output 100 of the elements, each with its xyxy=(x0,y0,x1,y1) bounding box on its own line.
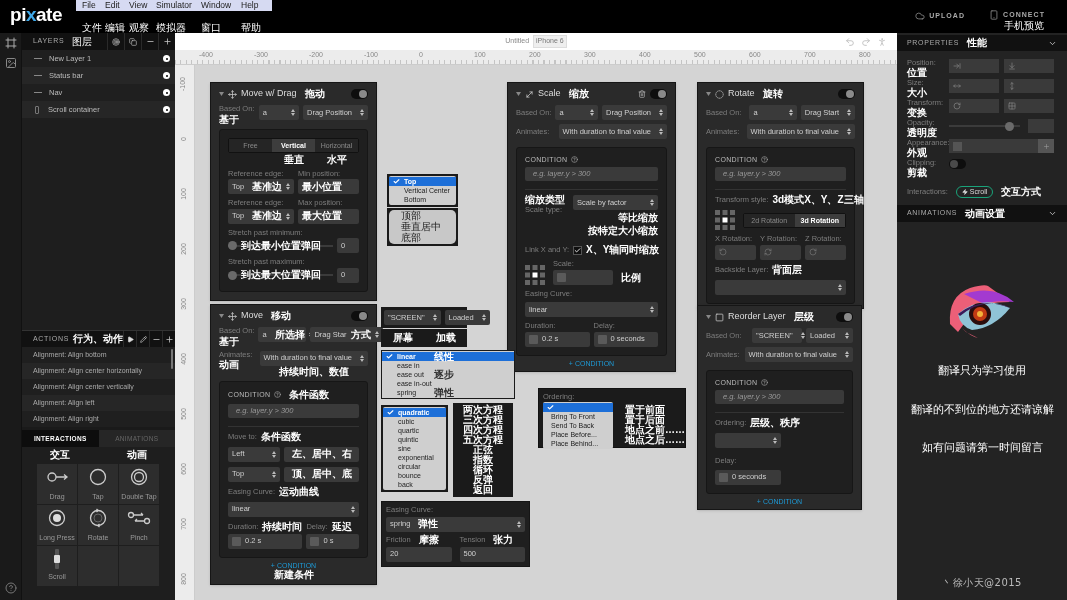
translation-note: 指数 xyxy=(473,455,493,465)
translation-note: 垂直居中 xyxy=(401,222,442,232)
input-field[interactable] xyxy=(1004,79,1054,93)
redo-icon[interactable] xyxy=(861,36,871,47)
translation-note: 到达最大位置弹回 xyxy=(240,270,321,280)
stepper-icon xyxy=(374,331,379,338)
input-field[interactable] xyxy=(949,99,999,113)
caret-icon xyxy=(706,92,711,96)
help-icon[interactable] xyxy=(761,156,769,163)
input-field[interactable]: 顶、居中、底 xyxy=(284,466,359,482)
stepper-icon xyxy=(659,128,663,135)
figure-icon[interactable] xyxy=(877,36,887,47)
translation-note: 大小 xyxy=(907,87,928,98)
translation-note: 水平 xyxy=(327,154,348,165)
check-icon xyxy=(386,353,393,360)
menu-item[interactable]: File xyxy=(82,0,105,12)
menu-item[interactable]: Simulator xyxy=(156,0,201,12)
visibility-icon[interactable] xyxy=(163,106,170,113)
input-field[interactable] xyxy=(1004,59,1054,73)
input-field[interactable]: 最小位置 xyxy=(298,179,359,194)
translation-note: 所选择 xyxy=(274,329,305,340)
input-field[interactable] xyxy=(715,244,756,260)
select-field[interactable] xyxy=(715,279,846,295)
menu-item[interactable]: Help xyxy=(241,0,272,12)
translation-note: 剪裁 xyxy=(907,167,927,178)
property-icon xyxy=(1008,102,1016,110)
toggle-switch[interactable] xyxy=(949,159,966,169)
stepper-icon xyxy=(845,332,849,339)
translation-note: 帮助 xyxy=(241,22,261,33)
translation-note: 窗口 xyxy=(201,22,221,33)
input-field[interactable] xyxy=(1004,99,1054,113)
trash-icon[interactable] xyxy=(638,90,646,98)
translation-note: 垂直 xyxy=(283,154,304,165)
card-title: Rotate xyxy=(728,87,755,101)
toggle-switch[interactable] xyxy=(838,89,855,99)
property-icon xyxy=(953,62,961,70)
stepper-icon xyxy=(788,109,793,116)
toggle-switch[interactable] xyxy=(351,89,368,99)
translation-note: 交互方式 xyxy=(1001,187,1042,197)
help-icon[interactable] xyxy=(571,156,579,163)
scrollbar[interactable] xyxy=(171,349,173,369)
visibility-icon[interactable] xyxy=(163,55,170,62)
color-swatch-field[interactable] xyxy=(949,139,1038,153)
card-title: Scale xyxy=(538,87,561,101)
checkbox[interactable] xyxy=(573,245,583,255)
note-text: 如有问题请第一时间留言 xyxy=(921,440,1043,455)
input-field[interactable] xyxy=(805,244,846,260)
select-field[interactable] xyxy=(715,433,781,448)
menu-option[interactable] xyxy=(543,402,613,412)
undo-icon[interactable] xyxy=(845,36,855,47)
bolt-icon xyxy=(961,189,968,195)
translation-note: 三次方程 xyxy=(463,415,503,425)
card-type-icon xyxy=(715,89,724,99)
translation-note: 性能 xyxy=(967,38,987,48)
input-field[interactable] xyxy=(760,244,801,260)
translation-note: 摩擦 xyxy=(418,534,439,545)
input-field[interactable]: 最大位置 xyxy=(298,208,359,224)
translation-note: 旋转 xyxy=(762,89,783,99)
menu-item[interactable]: Edit xyxy=(105,0,129,12)
input-field[interactable] xyxy=(553,269,613,285)
translation-note: 正弦 xyxy=(473,445,493,455)
translation-note: 模拟器 xyxy=(156,22,186,33)
translation-note: 持续时间、数值 xyxy=(278,366,349,377)
toggle-switch[interactable] xyxy=(650,89,667,99)
menu-item[interactable]: Window xyxy=(201,0,241,12)
stepper-icon xyxy=(272,470,276,478)
stepper-icon xyxy=(847,128,851,135)
clock-icon xyxy=(232,536,241,546)
translation-note: 比例 xyxy=(621,272,641,283)
translation-note: 动画 xyxy=(219,360,240,370)
toggle-switch[interactable] xyxy=(351,311,368,321)
help-icon[interactable] xyxy=(761,379,769,386)
slider-thumb[interactable] xyxy=(228,270,237,280)
image-icon[interactable] xyxy=(4,57,17,69)
translation-note: 弹性 xyxy=(434,387,454,398)
input-field[interactable] xyxy=(949,79,999,93)
chevron-icon[interactable] xyxy=(1048,209,1057,218)
input-field[interactable] xyxy=(949,59,999,73)
menu-item[interactable]: View xyxy=(129,0,156,12)
translation-note: 移动 xyxy=(271,311,291,321)
input-field[interactable]: 左、居中、右 xyxy=(284,446,359,462)
translation-note: 背面层 xyxy=(772,264,803,275)
copy-icon xyxy=(129,37,137,46)
help-icon[interactable] xyxy=(274,391,282,398)
slider-thumb[interactable] xyxy=(1004,121,1014,131)
translation-note: 文件 xyxy=(82,22,102,33)
frame-tool-icon[interactable] xyxy=(4,37,17,49)
visibility-icon[interactable] xyxy=(163,89,170,96)
slider-thumb[interactable] xyxy=(228,241,237,250)
translation-note: 新建条件 xyxy=(273,569,314,580)
toggle-switch[interactable] xyxy=(836,312,853,322)
visibility-icon[interactable] xyxy=(163,72,170,79)
stepper-icon xyxy=(272,450,276,458)
translation-note: 顶部 xyxy=(401,211,421,221)
help-icon[interactable] xyxy=(4,582,17,594)
translation-note: 透明度 xyxy=(907,127,938,138)
card-type-icon xyxy=(525,89,534,99)
translation-note: 线性 xyxy=(434,351,454,362)
translation-note: 位置 xyxy=(907,67,928,78)
translation-note: 拖动 xyxy=(304,89,325,99)
